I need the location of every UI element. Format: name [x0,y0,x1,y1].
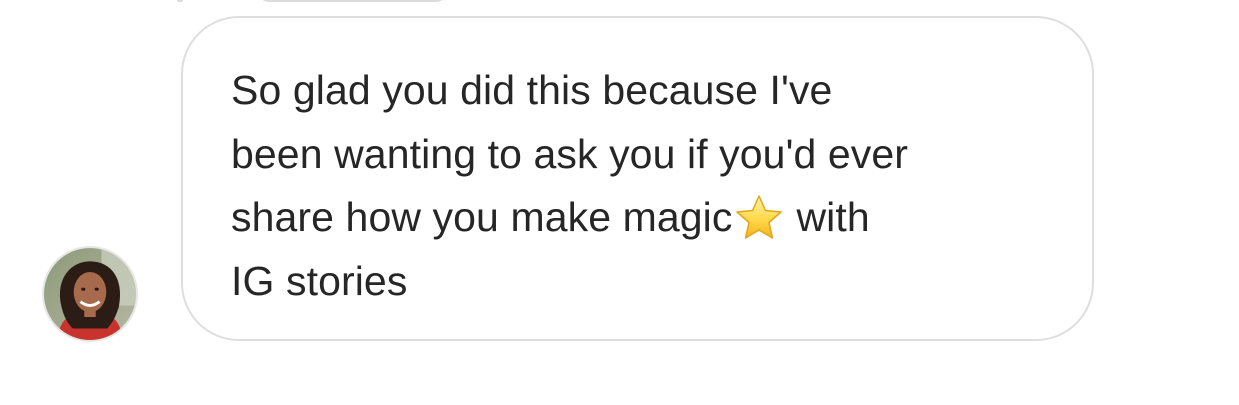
profile-photo-icon [44,248,136,340]
star-emoji-icon [734,193,784,243]
message-line: So glad you did this because I've [231,67,833,113]
message-bubble[interactable]: So glad you did this because I've been w… [181,16,1094,341]
message-line-segment: with [796,194,870,240]
message-row: So glad you did this because I've been w… [0,0,1239,405]
message-line: IG stories [231,257,408,304]
message-text: So glad you did this because I've been w… [231,59,1071,313]
message-line-segment: share how you make magic [231,194,733,240]
sender-avatar[interactable] [42,246,138,342]
message-line: share how you make magic with [231,186,1071,250]
message-line: been wanting to ask you if you'd ever [231,130,909,177]
